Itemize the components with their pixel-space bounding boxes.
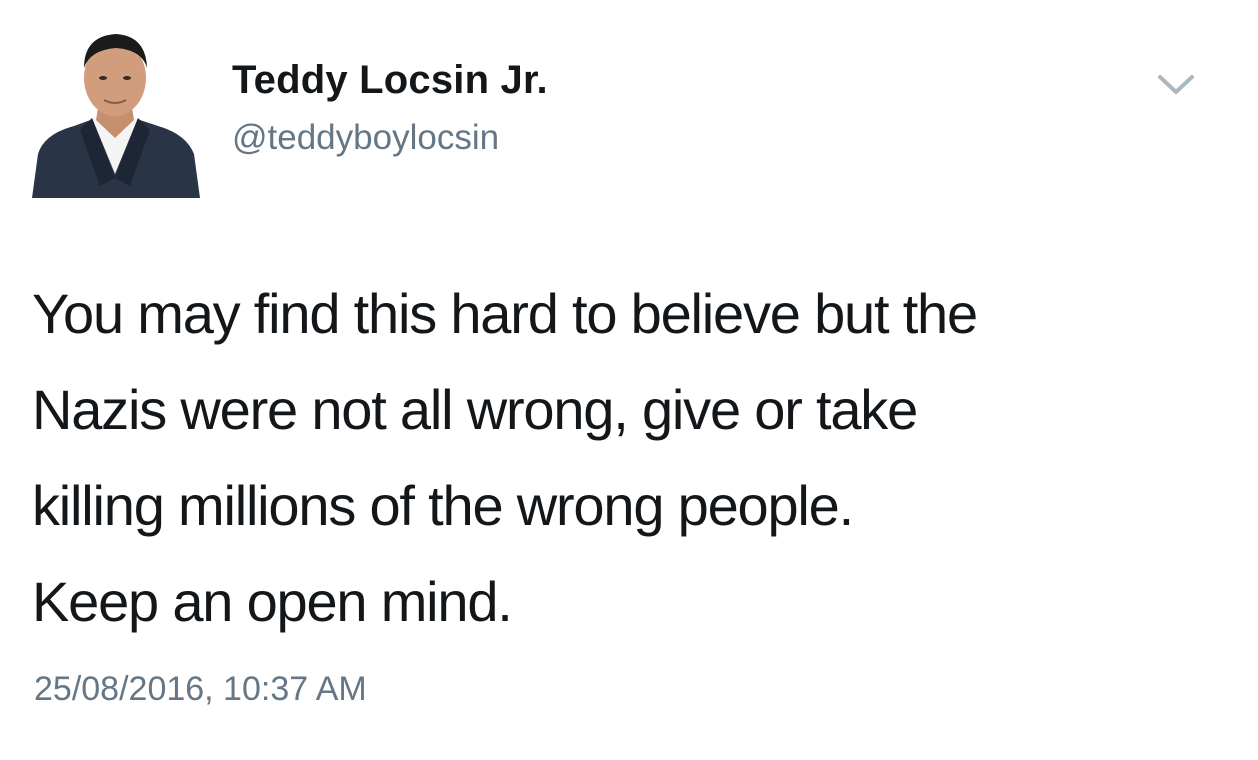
tweet-text-line: You may find this hard to believe but th… xyxy=(32,282,978,345)
tweet-card: Teddy Locsin Jr. @teddyboylocsin You may… xyxy=(0,0,1258,760)
author-display-name[interactable]: Teddy Locsin Jr. xyxy=(232,58,548,103)
tweet-text: You may find this hard to believe but th… xyxy=(32,266,1242,650)
avatar[interactable] xyxy=(30,26,200,198)
tweet-timestamp[interactable]: 25/08/2016, 10:37 AM xyxy=(34,670,367,709)
author-handle[interactable]: @teddyboylocsin xyxy=(232,118,499,158)
avatar-image xyxy=(30,26,200,198)
tweet-text-line: Keep an open mind. xyxy=(32,570,513,633)
tweet-text-line: killing millions of the wrong people. xyxy=(32,474,854,537)
tweet-text-line: Nazis were not all wrong, give or take xyxy=(32,378,918,441)
chevron-down-icon[interactable] xyxy=(1156,72,1196,98)
